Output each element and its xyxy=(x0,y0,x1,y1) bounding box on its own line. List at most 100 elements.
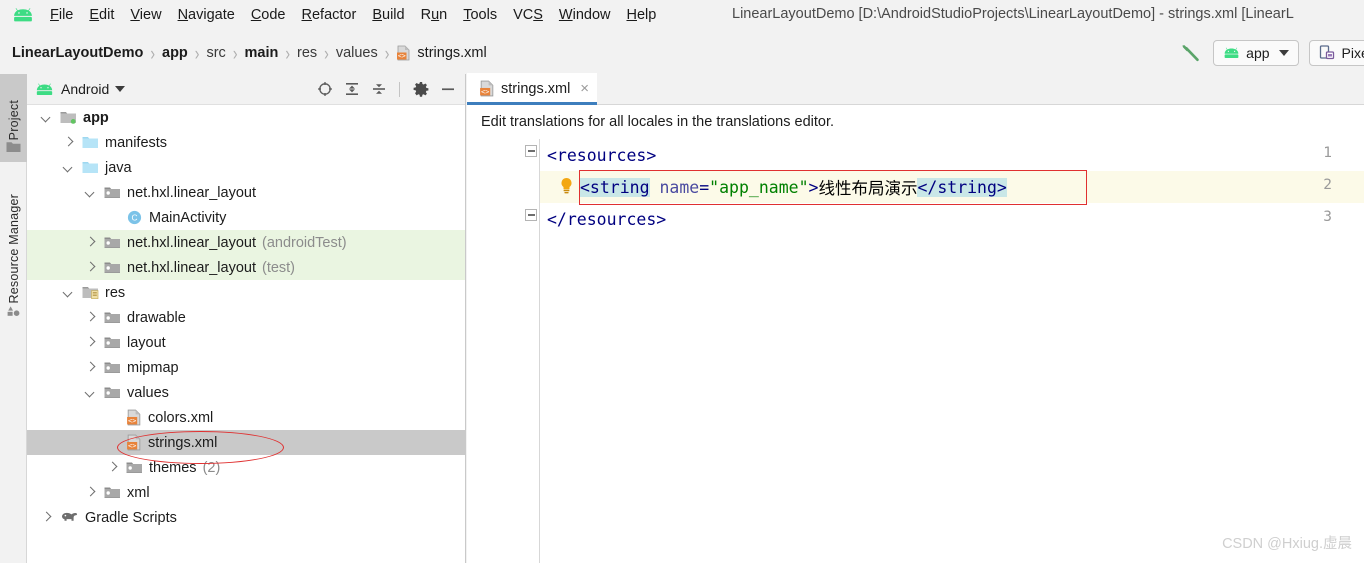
breadcrumb: LinearLayoutDemo › app › src › main › re… xyxy=(12,41,487,63)
editor-tab-strings-xml[interactable]: <> strings.xml × xyxy=(467,73,598,105)
watermark: CSDN @Hxiug.虚晨 xyxy=(1222,536,1352,552)
package-folder-icon xyxy=(104,385,121,400)
breadcrumb-item-strings-xml[interactable]: <> strings.xml xyxy=(396,45,487,61)
tree-row-mipmap[interactable]: mipmap xyxy=(27,355,465,380)
project-panel-title: Android xyxy=(61,81,110,97)
menu-item-vcs[interactable]: VCS xyxy=(505,5,551,25)
hammer-icon xyxy=(1182,44,1199,61)
gradle-elephant-icon xyxy=(60,510,79,525)
tree-row-xml[interactable]: xml xyxy=(27,480,465,505)
tree-row-gradle-scripts[interactable]: Gradle Scripts xyxy=(27,505,465,530)
tree-label: net.hxl.linear_layout xyxy=(127,234,256,251)
android-robot-icon xyxy=(1224,47,1239,58)
device-label: Pixel 4 A xyxy=(1341,44,1364,61)
sidebar-item-resource-manager[interactable]: Resource Manager xyxy=(0,166,27,326)
menu-item-view[interactable]: View xyxy=(122,5,169,25)
chevron-down-icon[interactable] xyxy=(63,287,74,298)
tree-row-themes[interactable]: themes (2) xyxy=(27,455,465,480)
chevron-down-icon[interactable] xyxy=(85,387,96,398)
menu-item-edit[interactable]: Edit xyxy=(81,5,122,25)
package-folder-icon xyxy=(104,360,121,375)
package-folder-icon xyxy=(104,185,121,200)
tree-row-manifests[interactable]: manifests xyxy=(27,130,465,155)
chevron-right-icon[interactable] xyxy=(41,512,52,523)
code-fold-close-icon[interactable] xyxy=(525,209,538,222)
chevron-down-icon[interactable] xyxy=(41,112,52,123)
tree-row-package-test[interactable]: net.hxl.linear_layout (test) xyxy=(27,255,465,280)
build-button[interactable] xyxy=(1177,40,1203,66)
device-selector[interactable]: Pixel 4 A xyxy=(1308,39,1364,66)
chevron-right-icon[interactable] xyxy=(85,312,96,323)
chevron-right-icon[interactable] xyxy=(85,487,96,498)
tree-row-package-androidtest[interactable]: net.hxl.linear_layout (androidTest) xyxy=(27,230,465,255)
breadcrumb-separator: › xyxy=(194,41,200,64)
tree-row-layout[interactable]: layout xyxy=(27,330,465,355)
chevron-right-icon[interactable] xyxy=(63,137,74,148)
tree-label: MainActivity xyxy=(149,209,227,226)
xml-file-icon: <> xyxy=(126,409,142,426)
tree-row-java[interactable]: java xyxy=(27,155,465,180)
chevron-down-icon[interactable] xyxy=(85,187,96,198)
code-editor[interactable]: 1 2 3 <resources> <string name = "app_na… xyxy=(467,139,1364,563)
menu-item-refactor[interactable]: Refactor xyxy=(294,5,365,25)
close-icon[interactable]: × xyxy=(580,81,589,96)
tree-row-package-main[interactable]: net.hxl.linear_layout xyxy=(27,180,465,205)
chevron-down-icon[interactable] xyxy=(63,162,74,173)
tree-row-drawable[interactable]: drawable xyxy=(27,305,465,330)
toolbar-divider xyxy=(399,81,400,97)
chevron-right-icon[interactable] xyxy=(85,262,96,273)
chevron-right-icon[interactable] xyxy=(107,462,118,473)
hide-panel-icon[interactable] xyxy=(439,81,456,98)
tree-row-strings-xml[interactable]: <> strings.xml xyxy=(27,430,465,455)
menu-item-tools[interactable]: Tools xyxy=(455,5,505,25)
code-token: > xyxy=(808,177,819,197)
tree-row-mainactivity[interactable]: C MainActivity xyxy=(27,205,465,230)
line-number: 3 xyxy=(1323,209,1332,225)
tree-row-app[interactable]: app xyxy=(27,105,465,130)
code-token: </string> xyxy=(917,177,1007,197)
line-number: 2 xyxy=(1323,177,1332,193)
project-tree[interactable]: app manifests java net.hxl.linear_layout… xyxy=(27,105,465,563)
tree-row-res[interactable]: res xyxy=(27,280,465,305)
svg-text:<>: <> xyxy=(398,52,406,60)
editor-gutter[interactable] xyxy=(467,139,540,563)
blue-folder-icon xyxy=(82,160,99,175)
menu-item-file[interactable]: File xyxy=(42,5,81,25)
code-line-2: <string name = "app_name" > 线性布局演示 </str… xyxy=(580,171,1007,203)
sidebar-item-project[interactable]: Project xyxy=(0,74,27,162)
chevron-right-icon[interactable] xyxy=(85,237,96,248)
breadcrumb-item-src[interactable]: src xyxy=(206,45,225,61)
package-folder-icon xyxy=(104,310,121,325)
breadcrumb-item-values[interactable]: values xyxy=(336,45,378,61)
run-configuration-selector[interactable]: app xyxy=(1213,39,1299,66)
expand-all-icon[interactable] xyxy=(343,81,360,98)
settings-gear-icon[interactable] xyxy=(412,81,429,98)
menu-item-code[interactable]: Code xyxy=(243,5,294,25)
tree-row-values[interactable]: values xyxy=(27,380,465,405)
menu-item-help[interactable]: Help xyxy=(618,5,664,25)
menu-item-navigate[interactable]: Navigate xyxy=(170,5,243,25)
breadcrumb-item-app[interactable]: app xyxy=(162,45,188,61)
svg-text:C: C xyxy=(131,213,137,223)
chevron-right-icon[interactable] xyxy=(85,362,96,373)
tree-label: layout xyxy=(127,334,166,351)
code-fold-open-icon[interactable] xyxy=(525,145,538,158)
breadcrumb-item-project[interactable]: LinearLayoutDemo xyxy=(12,45,143,61)
breadcrumb-item-res[interactable]: res xyxy=(297,45,317,61)
breadcrumb-separator: › xyxy=(384,41,390,64)
chevron-right-icon[interactable] xyxy=(85,337,96,348)
locate-icon[interactable] xyxy=(316,81,333,98)
menu-item-window[interactable]: Window xyxy=(551,5,619,25)
menu-item-build[interactable]: Build xyxy=(364,5,412,25)
tree-label: manifests xyxy=(105,134,168,151)
intention-bulb-icon[interactable] xyxy=(559,177,574,195)
breadcrumb-item-main[interactable]: main xyxy=(244,45,278,61)
project-panel-header: Android xyxy=(27,74,465,105)
window-title: LinearLayoutDemo [D:\AndroidStudioProjec… xyxy=(732,6,1294,22)
module-folder-icon xyxy=(60,110,77,125)
android-studio-window: File Edit View Navigate Code Refactor Bu… xyxy=(0,0,1364,563)
menu-item-run[interactable]: Run xyxy=(413,5,456,25)
tree-row-colors-xml[interactable]: <> colors.xml xyxy=(27,405,465,430)
collapse-all-icon[interactable] xyxy=(370,81,387,98)
chevron-down-icon[interactable] xyxy=(115,86,126,92)
